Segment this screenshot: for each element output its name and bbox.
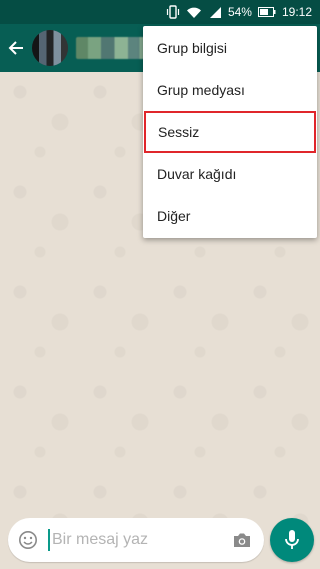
back-button[interactable] <box>2 24 30 72</box>
menu-item-wallpaper[interactable]: Duvar kağıdı <box>143 153 317 195</box>
menu-item-label: Grup medyası <box>157 82 245 98</box>
menu-item-mute[interactable]: Sessiz <box>144 111 316 153</box>
camera-button[interactable] <box>220 532 264 549</box>
emoji-button[interactable] <box>8 530 48 550</box>
back-arrow-icon <box>8 41 23 55</box>
message-composer: Bir mesaj yaz <box>8 518 264 562</box>
group-avatar[interactable] <box>32 30 68 66</box>
menu-item-label: Duvar kağıdı <box>157 166 237 182</box>
message-input[interactable]: Bir mesaj yaz <box>52 531 220 549</box>
text-cursor <box>48 529 50 551</box>
menu-item-more[interactable]: Diğer <box>143 195 317 237</box>
battery-percent: 54% <box>227 5 252 19</box>
camera-icon <box>234 533 250 547</box>
status-bar: 54% 19:12 <box>0 0 320 24</box>
menu-item-label: Sessiz <box>158 124 200 140</box>
group-title-obscured[interactable] <box>76 37 150 59</box>
vibrate-icon <box>166 5 180 19</box>
mic-button[interactable] <box>270 518 314 562</box>
menu-item-label: Diğer <box>157 208 191 224</box>
emoji-icon <box>19 531 37 549</box>
overflow-menu: Grup bilgisi Grup medyası Sessiz Duvar k… <box>143 26 317 238</box>
menu-item-label: Grup bilgisi <box>157 40 228 56</box>
avatar-image <box>32 30 68 66</box>
signal-icon <box>208 6 222 19</box>
wifi-icon <box>186 6 202 19</box>
menu-item-group-media[interactable]: Grup medyası <box>143 69 317 111</box>
mic-icon <box>285 530 299 549</box>
menu-item-group-info[interactable]: Grup bilgisi <box>143 27 317 69</box>
clock: 19:12 <box>281 5 312 19</box>
battery-icon <box>257 7 276 17</box>
